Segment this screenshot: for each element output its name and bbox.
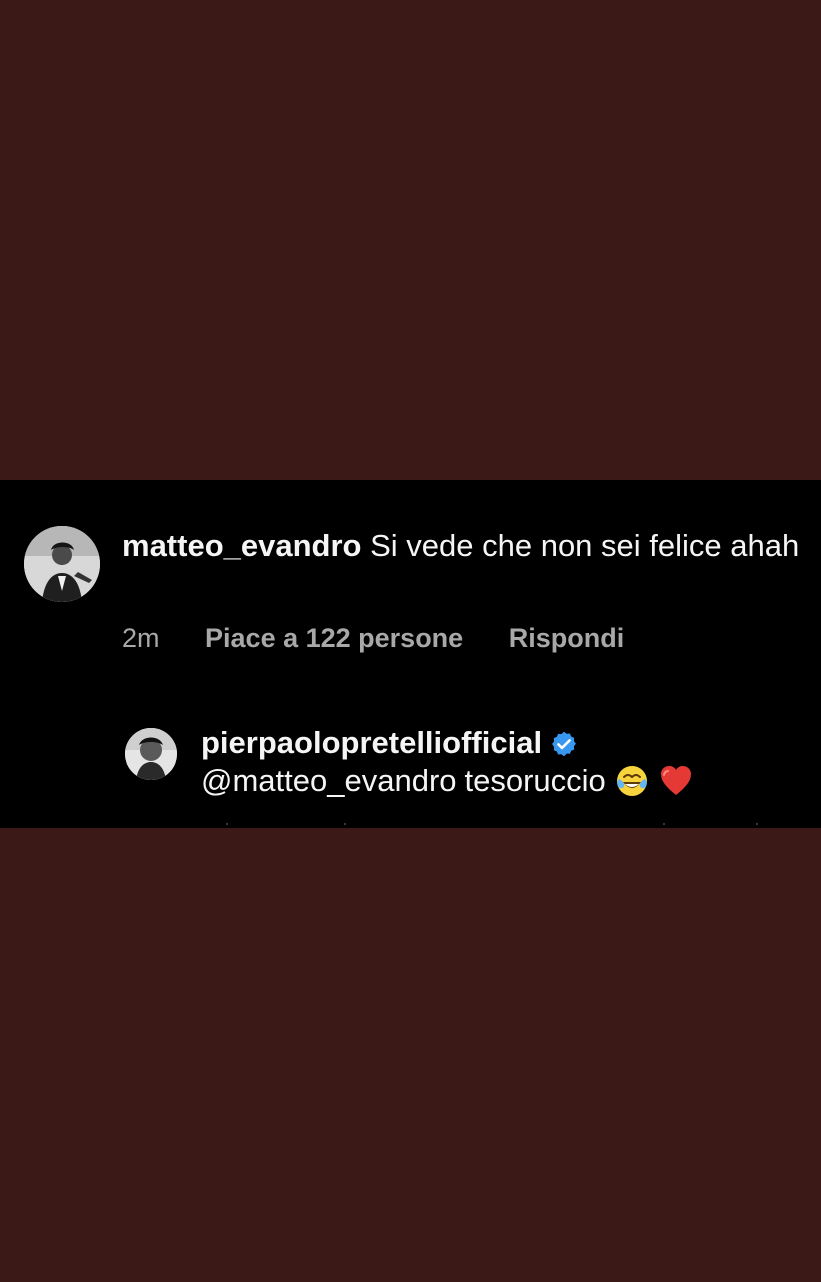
reply-text-row: @matteo_evandro tesoruccio (201, 762, 821, 800)
reply-text: tesoruccio (464, 763, 606, 798)
red-heart-icon (658, 763, 694, 799)
verified-badge-icon (550, 729, 578, 757)
comment-time: 2m (122, 623, 160, 653)
reply-mention[interactable]: @matteo_evandro (201, 762, 457, 800)
comment-username[interactable]: matteo_evandro (122, 528, 361, 563)
comments-panel: matteo_evandro Si vede che non sei felic… (0, 480, 821, 828)
reply-avatar[interactable] (125, 728, 177, 780)
reply-username-row: pierpaolopretelliofficial (201, 724, 821, 762)
avatar-photo-icon (125, 728, 177, 780)
avatar[interactable] (24, 526, 100, 602)
avatar-photo-icon (24, 526, 100, 602)
comment-body: matteo_evandro Si vede che non sei felic… (122, 526, 812, 565)
reply-button[interactable]: Rispondi (509, 623, 625, 653)
reply-item: pierpaolopretelliofficial @matteo_evandr… (201, 724, 821, 800)
comment-meta: 2m Piace a 122 persone Rispondi (122, 618, 624, 658)
comment-text: Si vede che non sei felice ahah (370, 528, 800, 563)
comment-likes[interactable]: Piace a 122 persone (205, 623, 463, 653)
cropped-content-edge (0, 820, 821, 828)
reply-username[interactable]: pierpaolopretelliofficial (201, 724, 542, 762)
face-with-tears-of-joy-icon (614, 763, 650, 799)
